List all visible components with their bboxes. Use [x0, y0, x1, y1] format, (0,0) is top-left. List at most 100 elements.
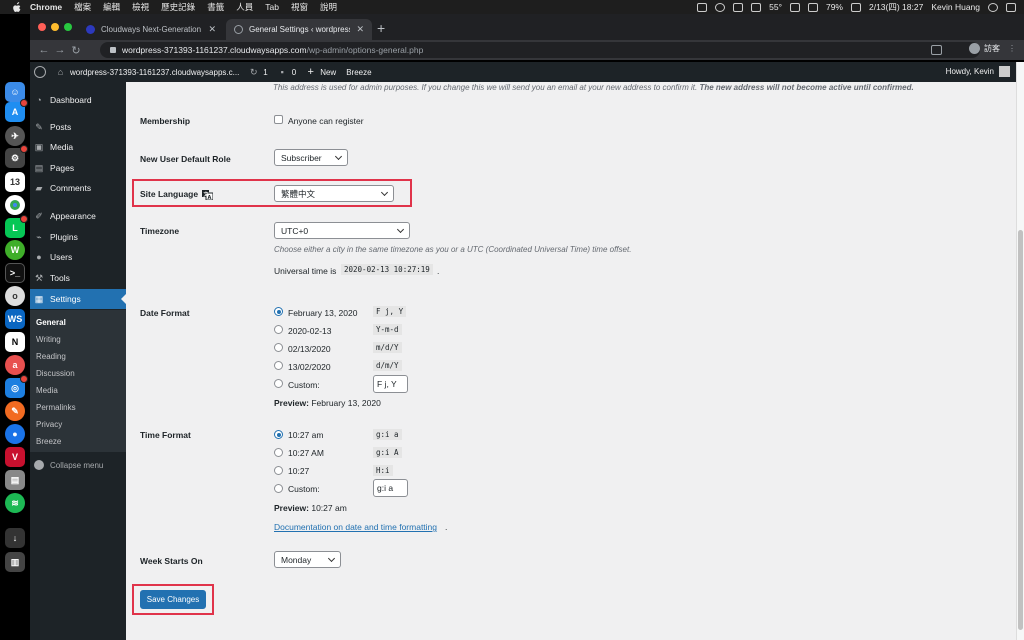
menu-file[interactable]: 檔案: [74, 1, 91, 13]
date-format-radio[interactable]: [274, 325, 283, 334]
submenu-writing[interactable]: Writing: [36, 335, 61, 344]
menu-window[interactable]: 視窗: [291, 1, 308, 13]
chrome-icon[interactable]: [5, 195, 25, 215]
downloads-icon[interactable]: ↓: [5, 528, 25, 548]
updates-link[interactable]: ↻ 1: [249, 67, 268, 77]
date-format-option-label[interactable]: 2020-02-13: [288, 326, 331, 336]
minimize-window-button[interactable]: [51, 23, 59, 31]
menu-view[interactable]: 檢視: [132, 1, 149, 13]
apple-icon[interactable]: [12, 2, 22, 12]
forward-icon[interactable]: →: [52, 44, 68, 56]
control-center-icon[interactable]: [1006, 2, 1016, 12]
battery-icon[interactable]: [850, 2, 861, 12]
menu-tab[interactable]: Tab: [265, 2, 279, 12]
sidebar-item-pages[interactable]: ▤ Pages: [30, 158, 126, 178]
app-name-menu[interactable]: Chrome: [30, 2, 62, 12]
submenu-general[interactable]: General: [36, 318, 66, 327]
profile-button[interactable]: 訪客 ⋮: [969, 43, 1016, 54]
date-format-option-label[interactable]: 13/02/2020: [288, 362, 331, 372]
sidebar-item-dashboard[interactable]: ◔ Dashboard: [30, 90, 126, 110]
week-starts-select[interactable]: Monday: [274, 551, 341, 568]
tab-general-settings[interactable]: General Settings ‹ wordpress- ✕: [226, 19, 372, 40]
close-icon[interactable]: ✕: [356, 24, 364, 35]
postman-icon[interactable]: ✎: [5, 401, 25, 421]
system-preferences-icon[interactable]: ⚙: [5, 145, 28, 168]
maps-icon[interactable]: ●: [5, 424, 25, 444]
zoom-window-button[interactable]: [64, 23, 72, 31]
terminal-icon[interactable]: >_: [5, 263, 25, 283]
date-format-custom-radio[interactable]: [274, 379, 283, 388]
time-format-radio[interactable]: [274, 430, 283, 439]
date-format-option-label[interactable]: February 13, 2020: [288, 308, 357, 318]
time-format-custom-label[interactable]: Custom:: [288, 484, 320, 494]
tab-cloudways[interactable]: Cloudways Next-Generation C ✕: [78, 19, 224, 40]
calendar-icon[interactable]: 13: [5, 172, 25, 192]
submenu-privacy[interactable]: Privacy: [36, 420, 62, 429]
sidebar-item-comments[interactable]: ▰ Comments: [30, 178, 126, 198]
more-menu-icon[interactable]: ⋮: [1008, 44, 1016, 53]
time-format-radio[interactable]: [274, 466, 283, 475]
date-format-custom-label[interactable]: Custom:: [288, 380, 320, 390]
submenu-media[interactable]: Media: [36, 386, 58, 395]
address-bar[interactable]: wordpress-371393-1161237.cloudwaysapps.c…: [100, 42, 980, 58]
date-format-radio[interactable]: [274, 307, 283, 316]
date-format-option-label[interactable]: 02/13/2020: [288, 344, 331, 354]
date-format-radio[interactable]: [274, 343, 283, 352]
submenu-discussion[interactable]: Discussion: [36, 369, 75, 378]
menu-help[interactable]: 說明: [320, 1, 337, 13]
menu-edit[interactable]: 編輯: [103, 1, 120, 13]
signal-icon[interactable]: o: [5, 286, 25, 306]
close-window-button[interactable]: [38, 23, 46, 31]
back-icon[interactable]: ←: [36, 44, 52, 56]
wordpress-logo-icon[interactable]: [34, 66, 46, 78]
search-icon[interactable]: [988, 2, 998, 12]
wifi-icon[interactable]: [789, 2, 800, 12]
airmail-icon[interactable]: a: [5, 355, 25, 375]
trash-icon[interactable]: ▥: [5, 552, 25, 572]
menu-bookmarks[interactable]: 書籤: [207, 1, 224, 13]
translate-icon[interactable]: [931, 45, 942, 55]
time-format-custom-radio[interactable]: [274, 484, 283, 493]
sidebar-item-posts[interactable]: ✎ Posts: [30, 117, 126, 137]
time-format-option-label[interactable]: 10:27 AM: [288, 448, 324, 458]
battery-monitor-icon[interactable]: [751, 2, 762, 12]
sidebar-item-plugins[interactable]: ⌁ Plugins: [30, 227, 126, 247]
dropbox-icon[interactable]: [733, 2, 744, 12]
notion-icon[interactable]: N: [5, 332, 25, 352]
sidebar-item-settings[interactable]: ▦ Settings: [30, 289, 126, 309]
clock-text[interactable]: 2/13(四) 18:27: [869, 1, 923, 13]
submenu-breeze[interactable]: Breeze: [36, 437, 61, 446]
date-format-radio[interactable]: [274, 361, 283, 370]
menu-history[interactable]: 歷史記錄: [161, 1, 195, 13]
new-content-link[interactable]: + New: [306, 66, 336, 77]
preview-icon[interactable]: ▤: [5, 470, 25, 490]
new-tab-button[interactable]: +: [377, 20, 385, 36]
time-format-radio[interactable]: [274, 448, 283, 457]
reload-icon[interactable]: ↻: [68, 44, 84, 57]
timezone-select[interactable]: UTC+0: [274, 222, 410, 239]
time-format-option-label[interactable]: 10:27: [288, 466, 309, 476]
submenu-permalinks[interactable]: Permalinks: [36, 403, 76, 412]
screenshot-icon[interactable]: ◎: [5, 375, 28, 398]
app-store-icon[interactable]: A: [5, 99, 28, 122]
default-role-select[interactable]: Subscriber: [274, 149, 348, 166]
site-name-link[interactable]: ⌂ wordpress-371393-1161237.cloudwaysapps.…: [56, 67, 240, 77]
camera-icon[interactable]: [697, 2, 708, 12]
vivaldi-icon[interactable]: V: [5, 447, 25, 467]
volume-icon[interactable]: [807, 2, 818, 12]
sidebar-item-users[interactable]: ● Users: [30, 247, 126, 267]
date-time-doc-link[interactable]: Documentation on date and time formattin…: [274, 522, 437, 532]
collapse-menu-button[interactable]: Collapse menu: [34, 460, 103, 470]
lock-icon[interactable]: [110, 47, 116, 53]
webstorm-icon[interactable]: WS: [5, 309, 25, 329]
time-format-option-label[interactable]: 10:27 am: [288, 430, 323, 440]
sidebar-item-media[interactable]: ▣ Media: [30, 137, 126, 157]
howdy-menu[interactable]: Howdy, Kevin: [946, 66, 1010, 77]
anyone-can-register-checkbox[interactable]: [274, 115, 283, 124]
page-scrollbar[interactable]: [1016, 62, 1024, 640]
date-format-custom-input[interactable]: F j, Y: [373, 375, 408, 393]
spotify-icon[interactable]: ≋: [5, 493, 25, 513]
sidebar-item-appearance[interactable]: ✐ Appearance: [30, 206, 126, 226]
menu-people[interactable]: 人員: [236, 1, 253, 13]
status-icon[interactable]: [715, 2, 726, 12]
